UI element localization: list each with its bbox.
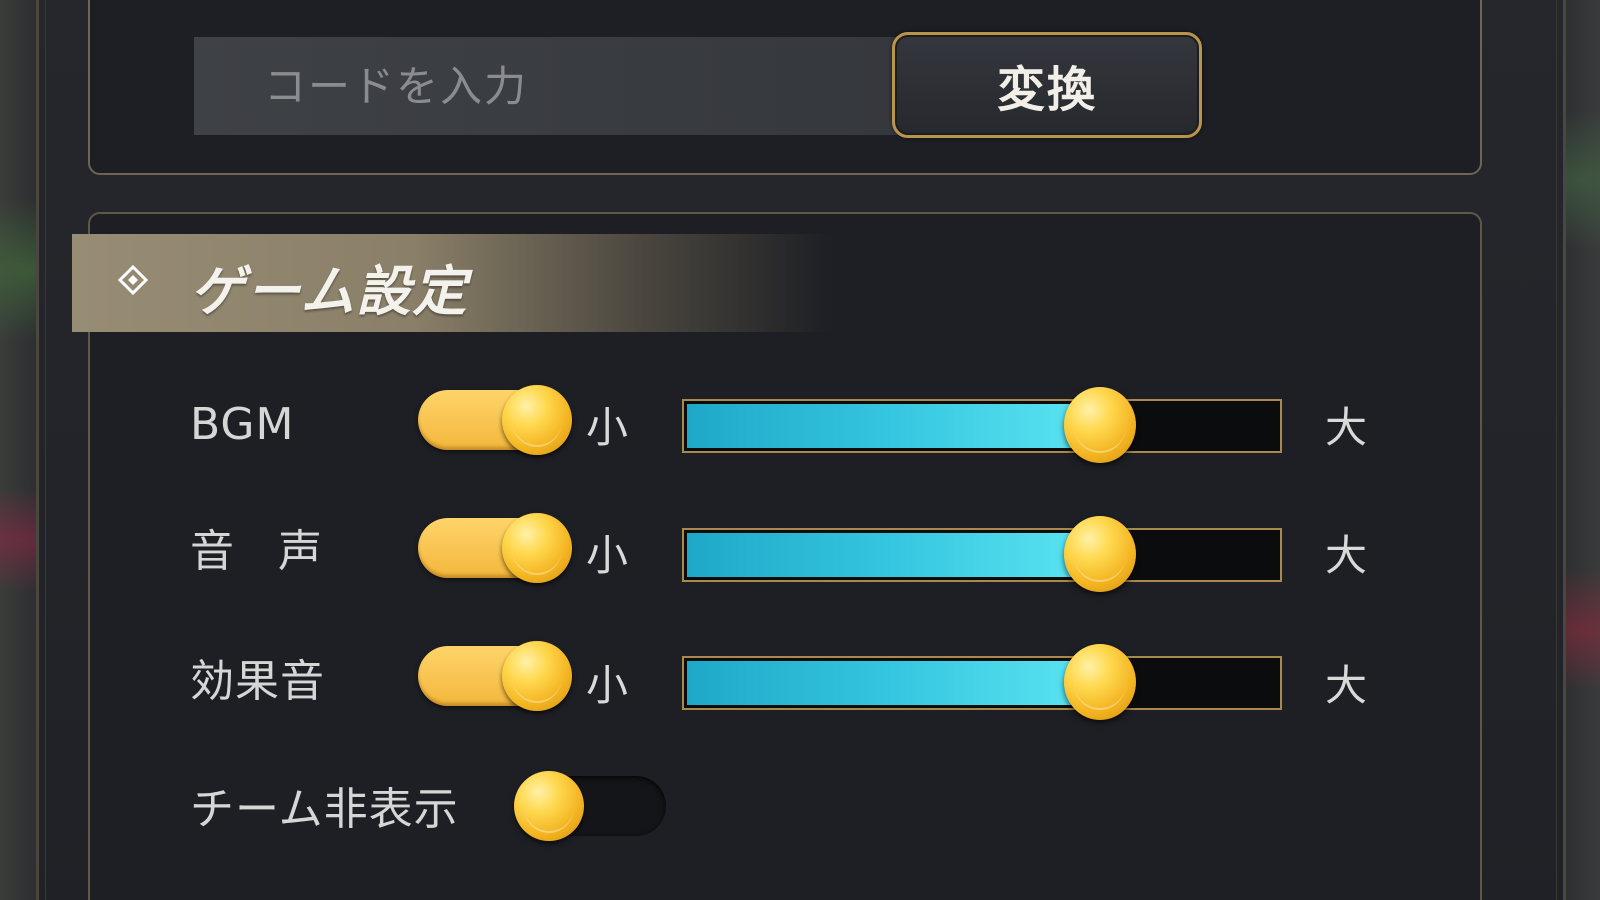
- sfx-volume-slider[interactable]: [682, 644, 1282, 720]
- slider-fill: [687, 404, 1100, 448]
- slider-thumb[interactable]: [1064, 516, 1136, 592]
- diamond-icon: [118, 265, 148, 295]
- bgm-volume-slider[interactable]: [682, 387, 1282, 463]
- bgm-toggle[interactable]: [418, 385, 572, 455]
- section-title: ゲーム設定: [190, 260, 469, 323]
- slider-thumb[interactable]: [1064, 644, 1136, 720]
- voice-toggle[interactable]: [418, 513, 572, 583]
- convert-button[interactable]: 変換: [892, 32, 1202, 138]
- slider-fill: [687, 533, 1100, 577]
- bgm-max-label: 大: [1325, 403, 1368, 452]
- hide-team-toggle[interactable]: [514, 771, 666, 841]
- game-screen: 変換 ゲーム設定 BGM 小 大 音声 小 大 効果音 小 大 チーム非表示: [0, 0, 1600, 900]
- toggle-knob: [514, 771, 584, 841]
- slider-thumb[interactable]: [1064, 387, 1136, 463]
- sfx-label: 効果音: [190, 656, 325, 707]
- voice-volume-slider[interactable]: [682, 516, 1282, 592]
- toggle-knob: [502, 513, 572, 583]
- voice-max-label: 大: [1325, 531, 1368, 580]
- code-input[interactable]: [194, 37, 914, 135]
- bgm-label: BGM: [190, 399, 295, 450]
- hide-team-label: チーム非表示: [190, 784, 459, 835]
- sfx-toggle[interactable]: [418, 641, 572, 711]
- voice-label: 音声: [190, 526, 366, 577]
- sfx-min-label: 小: [586, 661, 629, 710]
- voice-min-label: 小: [586, 531, 629, 580]
- slider-fill: [687, 661, 1100, 705]
- toggle-knob: [502, 385, 572, 455]
- toggle-knob: [502, 641, 572, 711]
- bgm-min-label: 小: [586, 403, 629, 452]
- sfx-max-label: 大: [1325, 661, 1368, 710]
